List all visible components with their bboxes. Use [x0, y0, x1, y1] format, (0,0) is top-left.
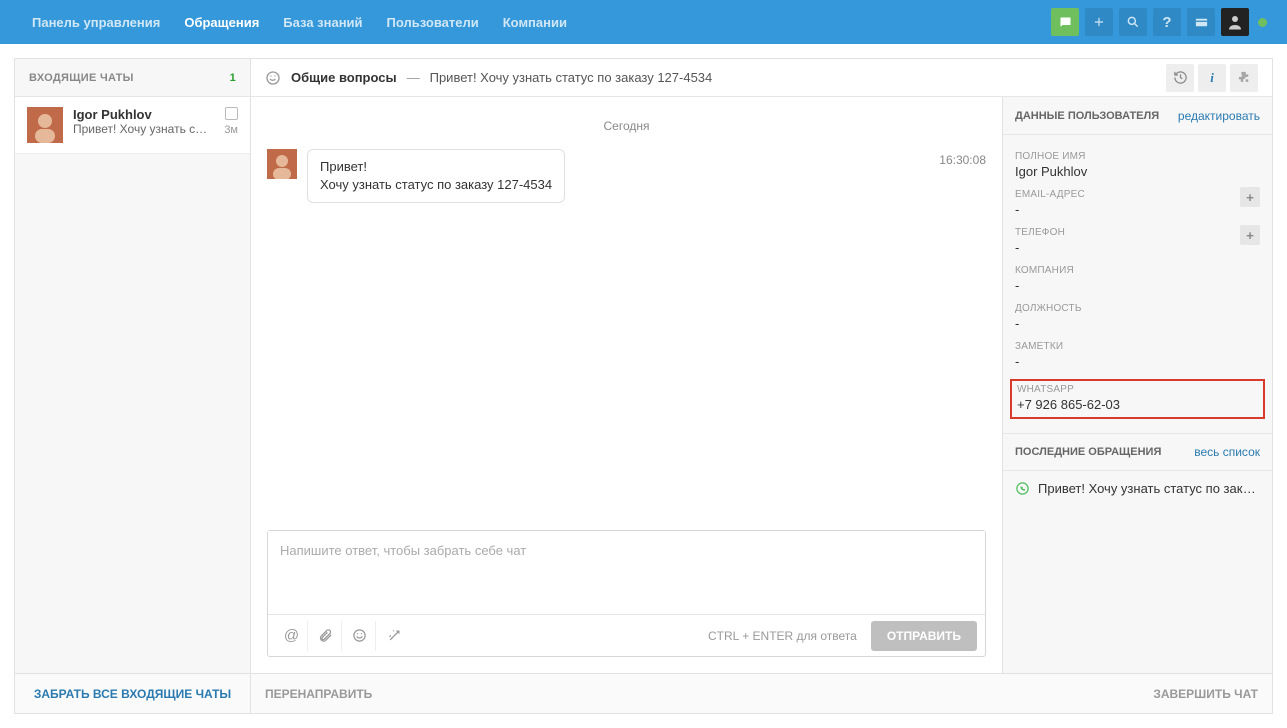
field-label: ПОЛНОЕ ИМЯ [1015, 151, 1260, 162]
message-row: Привет! Хочу узнать статус по заказу 127… [267, 149, 986, 203]
nav-dashboard[interactable]: Панель управления [20, 0, 172, 44]
field-value: +7 926 865-62-03 [1017, 397, 1258, 412]
field-value: - [1015, 202, 1240, 217]
info-icon[interactable]: i [1198, 64, 1226, 92]
add-email-button[interactable]: + [1240, 187, 1260, 207]
message-thread: Сегодня Привет! Хочу узнать статус по за… [251, 97, 1002, 673]
chat-item-name: Igor Pukhlov [73, 107, 224, 122]
field-value: - [1015, 316, 1260, 331]
field-value: - [1015, 354, 1260, 369]
field-position: ДОЛЖНОСТЬ - [1015, 303, 1260, 331]
message-line: Хочу узнать статус по заказу 127-4534 [320, 176, 552, 194]
end-chat-button[interactable]: ЗАВЕРШИТЬ ЧАТ [1153, 687, 1258, 701]
queue-name: Общие вопросы [291, 70, 397, 85]
emoji-icon[interactable] [344, 621, 376, 651]
reply-input[interactable] [268, 531, 985, 611]
sidebar-header: ВХОДЯЩИЕ ЧАТЫ 1 [15, 59, 250, 97]
user-panel-header: ДАННЫЕ ПОЛЬЗОВАТЕЛЯ редактировать [1003, 97, 1272, 135]
recent-ticket-text: Привет! Хочу узнать статус по зака… [1038, 481, 1260, 496]
message-time: 16:30:08 [939, 149, 986, 167]
conversation-header: Общие вопросы — Привет! Хочу узнать стат… [251, 59, 1272, 97]
all-tickets-link[interactable]: весь список [1194, 445, 1260, 459]
field-notes: ЗАМЕТКИ - [1015, 341, 1260, 369]
nav-companies[interactable]: Компании [491, 0, 579, 44]
add-icon[interactable] [1085, 8, 1113, 36]
chat-icon[interactable] [1051, 8, 1079, 36]
mention-icon[interactable]: @ [276, 621, 308, 651]
chat-avatar [27, 107, 63, 143]
day-divider: Сегодня [267, 119, 986, 133]
chat-list-item[interactable]: Igor Pukhlov Привет! Хочу узнать с… 3м [15, 97, 250, 154]
attach-icon[interactable] [310, 621, 342, 651]
field-label: WHATSAPP [1017, 384, 1258, 395]
field-value: - [1015, 278, 1260, 293]
puzzle-icon[interactable] [1230, 64, 1258, 92]
field-phone: ТЕЛЕФОН - + [1015, 227, 1260, 255]
top-nav: Панель управления Обращения База знаний … [0, 0, 1287, 44]
conversation-footer: ПЕРЕНАПРАВИТЬ ЗАВЕРШИТЬ ЧАТ [251, 673, 1272, 713]
card-icon[interactable] [1187, 8, 1215, 36]
magic-icon[interactable] [378, 621, 410, 651]
user-panel-title: ДАННЫЕ ПОЛЬЗОВАТЕЛЯ [1015, 110, 1159, 122]
conversation-subject: Привет! Хочу узнать статус по заказу 127… [430, 70, 713, 85]
whatsapp-icon [265, 70, 281, 86]
separator: — [407, 70, 420, 85]
field-company: КОМПАНИЯ - [1015, 265, 1260, 293]
help-icon[interactable]: ? [1153, 8, 1181, 36]
whatsapp-icon [1015, 481, 1030, 496]
chat-item-checkbox[interactable] [225, 107, 238, 120]
edit-user-link[interactable]: редактировать [1178, 109, 1260, 123]
field-value: - [1015, 240, 1240, 255]
field-value: Igor Pukhlov [1015, 164, 1260, 179]
history-icon[interactable] [1166, 64, 1194, 92]
send-button[interactable]: ОТПРАВИТЬ [871, 621, 977, 651]
nav-users[interactable]: Пользователи [375, 0, 491, 44]
search-icon[interactable] [1119, 8, 1147, 36]
field-fullname: ПОЛНОЕ ИМЯ Igor Pukhlov [1015, 151, 1260, 179]
field-label: КОМПАНИЯ [1015, 265, 1260, 276]
message-avatar [267, 149, 297, 179]
field-label: EMAIL-АДРЕС [1015, 189, 1240, 200]
conversation-panel: Общие вопросы — Привет! Хочу узнать стат… [251, 59, 1272, 713]
forward-button[interactable]: ПЕРЕНАПРАВИТЬ [265, 687, 372, 701]
field-label: ДОЛЖНОСТЬ [1015, 303, 1260, 314]
nav-knowledge[interactable]: База знаний [271, 0, 374, 44]
recent-tickets-title: ПОСЛЕДНИЕ ОБРАЩЕНИЯ [1015, 446, 1161, 458]
message-line: Привет! [320, 158, 552, 176]
field-email: EMAIL-АДРЕС - + [1015, 189, 1260, 217]
composer-hint: CTRL + ENTER для ответа [708, 629, 857, 643]
chats-sidebar: ВХОДЯЩИЕ ЧАТЫ 1 Igor Pukhlov Привет! Хоч… [15, 59, 251, 713]
message-bubble: Привет! Хочу узнать статус по заказу 127… [307, 149, 565, 203]
recent-tickets-header: ПОСЛЕДНИЕ ОБРАЩЕНИЯ весь список [1003, 433, 1272, 471]
composer: @ CTRL + ENTER для ответа [267, 530, 986, 657]
user-panel: ДАННЫЕ ПОЛЬЗОВАТЕЛЯ редактировать ПОЛНОЕ… [1002, 97, 1272, 673]
presence-indicator [1258, 18, 1267, 27]
field-label: ЗАМЕТКИ [1015, 341, 1260, 352]
sidebar-title: ВХОДЯЩИЕ ЧАТЫ [29, 72, 134, 84]
field-whatsapp: WHATSAPP +7 926 865-62-03 [1010, 379, 1265, 419]
add-phone-button[interactable]: + [1240, 225, 1260, 245]
chat-item-preview: Привет! Хочу узнать с… [73, 122, 224, 136]
field-label: ТЕЛЕФОН [1015, 227, 1240, 238]
user-avatar[interactable] [1221, 8, 1249, 36]
chat-item-time: 3м [224, 124, 238, 136]
recent-ticket-item[interactable]: Привет! Хочу узнать статус по зака… [1003, 471, 1272, 506]
nav-tickets[interactable]: Обращения [172, 0, 271, 44]
sidebar-count: 1 [230, 72, 236, 84]
take-all-chats-button[interactable]: ЗАБРАТЬ ВСЕ ВХОДЯЩИЕ ЧАТЫ [15, 673, 250, 713]
